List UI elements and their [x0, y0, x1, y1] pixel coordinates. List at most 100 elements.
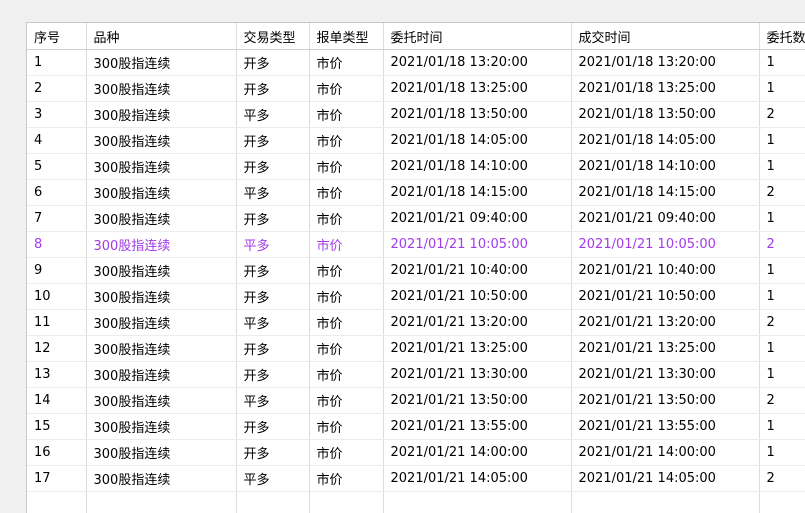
- cell-order-type: 市价: [309, 180, 383, 206]
- cell-order-quantity: 1: [759, 336, 805, 362]
- column-header-order-quantity[interactable]: 委托数量: [759, 23, 805, 50]
- cell-index: 3: [27, 102, 86, 128]
- cell-fill-time: 2021/01/21 13:25:00: [571, 336, 759, 362]
- table-row[interactable]: 6300股指连续平多市价2021/01/18 14:15:002021/01/1…: [27, 180, 805, 206]
- cell-trade-type: 平多: [236, 232, 309, 258]
- cell-trade-type: 平多: [236, 102, 309, 128]
- empty-cell: [383, 492, 571, 513]
- cell-instrument: 300股指连续: [86, 102, 236, 128]
- cell-order-type: 市价: [309, 466, 383, 492]
- cell-order-type: 市价: [309, 154, 383, 180]
- table-row[interactable]: 5300股指连续开多市价2021/01/18 14:10:002021/01/1…: [27, 154, 805, 180]
- cell-instrument: 300股指连续: [86, 362, 236, 388]
- cell-order-type: 市价: [309, 232, 383, 258]
- orders-grid[interactable]: 序号 品种 交易类型 报单类型 委托时间 成交时间 委托数量 1300股指连续开…: [26, 22, 805, 513]
- table-row[interactable]: 11300股指连续平多市价2021/01/21 13:20:002021/01/…: [27, 310, 805, 336]
- table-row[interactable]: 14300股指连续平多市价2021/01/21 13:50:002021/01/…: [27, 388, 805, 414]
- table-row[interactable]: 7300股指连续开多市价2021/01/21 09:40:002021/01/2…: [27, 206, 805, 232]
- cell-trade-type: 开多: [236, 414, 309, 440]
- cell-fill-time: 2021/01/18 14:15:00: [571, 180, 759, 206]
- table-row[interactable]: 2300股指连续开多市价2021/01/18 13:25:002021/01/1…: [27, 76, 805, 102]
- column-header-fill-time[interactable]: 成交时间: [571, 23, 759, 50]
- cell-index: 5: [27, 154, 86, 180]
- cell-trade-type: 开多: [236, 258, 309, 284]
- table-row[interactable]: 16300股指连续开多市价2021/01/21 14:00:002021/01/…: [27, 440, 805, 466]
- table-row[interactable]: 9300股指连续开多市价2021/01/21 10:40:002021/01/2…: [27, 258, 805, 284]
- cell-fill-time: 2021/01/21 13:20:00: [571, 310, 759, 336]
- cell-fill-time: 2021/01/18 14:10:00: [571, 154, 759, 180]
- cell-instrument: 300股指连续: [86, 258, 236, 284]
- cell-order-time: 2021/01/18 14:05:00: [383, 128, 571, 154]
- cell-order-type: 市价: [309, 284, 383, 310]
- column-header-instrument[interactable]: 品种: [86, 23, 236, 50]
- empty-row: [27, 492, 805, 513]
- column-header-order-type[interactable]: 报单类型: [309, 23, 383, 50]
- cell-order-type: 市价: [309, 362, 383, 388]
- cell-order-quantity: 1: [759, 128, 805, 154]
- table-row[interactable]: 13300股指连续开多市价2021/01/21 13:30:002021/01/…: [27, 362, 805, 388]
- cell-trade-type: 开多: [236, 440, 309, 466]
- empty-cell: [86, 492, 236, 513]
- cell-fill-time: 2021/01/21 09:40:00: [571, 206, 759, 232]
- table-row[interactable]: 3300股指连续平多市价2021/01/18 13:50:002021/01/1…: [27, 102, 805, 128]
- cell-order-time: 2021/01/21 10:50:00: [383, 284, 571, 310]
- cell-order-type: 市价: [309, 128, 383, 154]
- cell-order-time: 2021/01/18 14:15:00: [383, 180, 571, 206]
- cell-fill-time: 2021/01/21 13:55:00: [571, 414, 759, 440]
- cell-instrument: 300股指连续: [86, 232, 236, 258]
- cell-fill-time: 2021/01/18 14:05:00: [571, 128, 759, 154]
- table-row[interactable]: 12300股指连续开多市价2021/01/21 13:25:002021/01/…: [27, 336, 805, 362]
- cell-index: 2: [27, 76, 86, 102]
- cell-order-quantity: 2: [759, 180, 805, 206]
- column-header-index[interactable]: 序号: [27, 23, 86, 50]
- column-header-trade-type[interactable]: 交易类型: [236, 23, 309, 50]
- cell-order-type: 市价: [309, 206, 383, 232]
- table-row[interactable]: 4300股指连续开多市价2021/01/18 14:05:002021/01/1…: [27, 128, 805, 154]
- table-row[interactable]: 17300股指连续平多市价2021/01/21 14:05:002021/01/…: [27, 466, 805, 492]
- cell-index: 14: [27, 388, 86, 414]
- cell-instrument: 300股指连续: [86, 440, 236, 466]
- cell-order-time: 2021/01/18 13:50:00: [383, 102, 571, 128]
- table-row-selected[interactable]: 8300股指连续平多市价2021/01/21 10:05:002021/01/2…: [27, 232, 805, 258]
- cell-order-time: 2021/01/21 13:55:00: [383, 414, 571, 440]
- table-row[interactable]: 10300股指连续开多市价2021/01/21 10:50:002021/01/…: [27, 284, 805, 310]
- cell-order-type: 市价: [309, 258, 383, 284]
- cell-fill-time: 2021/01/18 13:50:00: [571, 102, 759, 128]
- cell-instrument: 300股指连续: [86, 206, 236, 232]
- cell-instrument: 300股指连续: [86, 310, 236, 336]
- cell-order-type: 市价: [309, 414, 383, 440]
- cell-order-time: 2021/01/21 10:05:00: [383, 232, 571, 258]
- cell-index: 11: [27, 310, 86, 336]
- table-row[interactable]: 1300股指连续开多市价2021/01/18 13:20:002021/01/1…: [27, 50, 805, 76]
- cell-order-quantity: 1: [759, 206, 805, 232]
- cell-order-time: 2021/01/21 13:25:00: [383, 336, 571, 362]
- cell-order-quantity: 2: [759, 232, 805, 258]
- cell-trade-type: 开多: [236, 154, 309, 180]
- cell-instrument: 300股指连续: [86, 180, 236, 206]
- cell-order-time: 2021/01/18 13:20:00: [383, 50, 571, 76]
- cell-order-type: 市价: [309, 440, 383, 466]
- cell-index: 16: [27, 440, 86, 466]
- cell-trade-type: 开多: [236, 336, 309, 362]
- cell-order-time: 2021/01/21 13:20:00: [383, 310, 571, 336]
- empty-cell: [571, 492, 759, 513]
- cell-index: 1: [27, 50, 86, 76]
- cell-index: 13: [27, 362, 86, 388]
- cell-index: 12: [27, 336, 86, 362]
- cell-instrument: 300股指连续: [86, 128, 236, 154]
- cell-order-quantity: 1: [759, 362, 805, 388]
- header-row: 序号 品种 交易类型 报单类型 委托时间 成交时间 委托数量: [27, 23, 805, 50]
- table-row[interactable]: 15300股指连续开多市价2021/01/21 13:55:002021/01/…: [27, 414, 805, 440]
- cell-fill-time: 2021/01/21 10:50:00: [571, 284, 759, 310]
- cell-instrument: 300股指连续: [86, 154, 236, 180]
- cell-instrument: 300股指连续: [86, 336, 236, 362]
- cell-fill-time: 2021/01/21 14:00:00: [571, 440, 759, 466]
- cell-index: 17: [27, 466, 86, 492]
- cell-fill-time: 2021/01/21 14:05:00: [571, 466, 759, 492]
- cell-order-quantity: 1: [759, 50, 805, 76]
- cell-order-time: 2021/01/21 10:40:00: [383, 258, 571, 284]
- cell-order-quantity: 1: [759, 76, 805, 102]
- column-header-order-time[interactable]: 委托时间: [383, 23, 571, 50]
- cell-index: 10: [27, 284, 86, 310]
- empty-cell: [27, 492, 86, 513]
